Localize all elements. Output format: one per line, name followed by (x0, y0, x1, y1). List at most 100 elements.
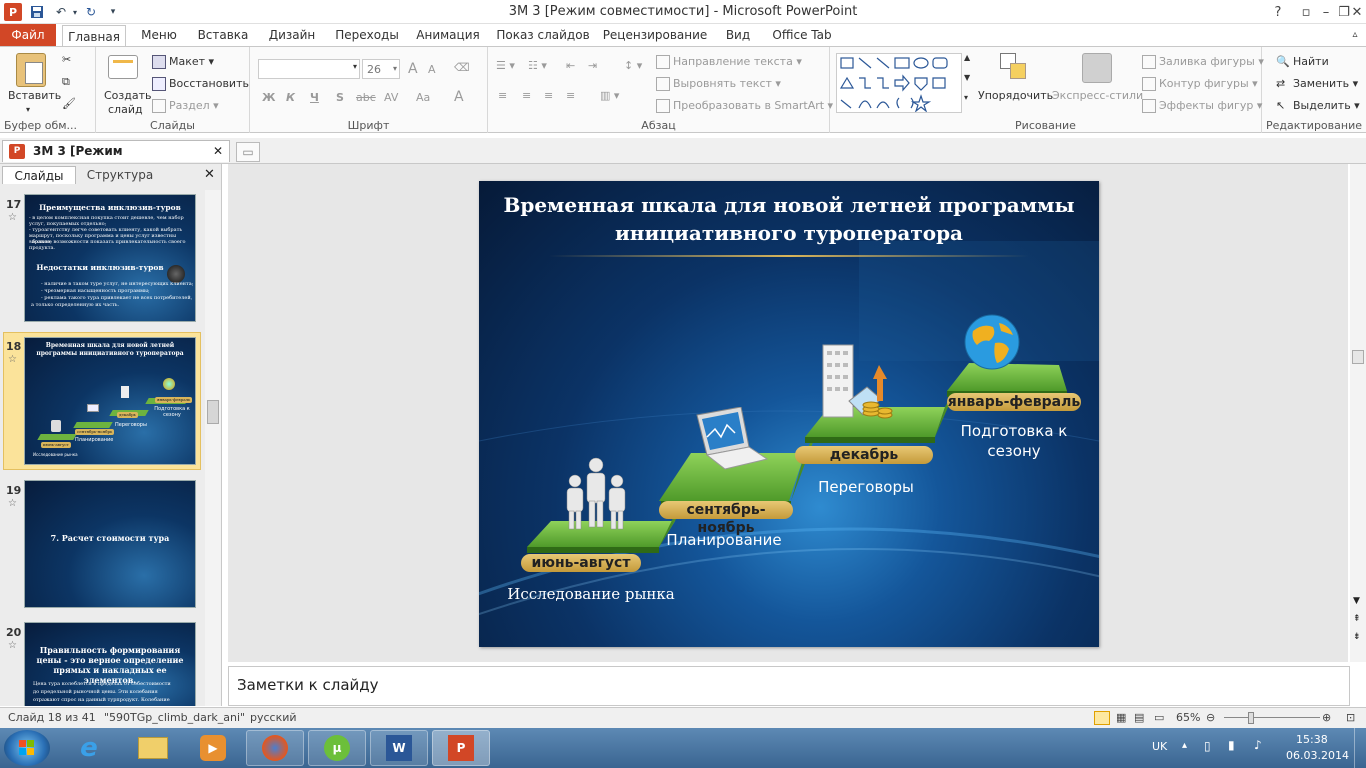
paste-icon[interactable] (16, 53, 46, 87)
canvas-scroll-thumb[interactable] (1352, 350, 1364, 364)
keyboard-language[interactable]: UK (1152, 740, 1167, 753)
tab-file[interactable]: Файл (0, 24, 56, 46)
arrange-icon[interactable] (1000, 53, 1030, 83)
italic-button[interactable]: К (286, 91, 295, 104)
firefox-icon[interactable] (246, 730, 304, 766)
document-tab[interactable]: P 3М 3 [Режим совместимости] ✕ (2, 140, 230, 178)
theme-name[interactable]: "590TGp_climb_dark_ani" (104, 711, 245, 724)
shrink-font-icon[interactable]: A (428, 63, 436, 76)
show-desktop-button[interactable] (1354, 728, 1366, 768)
next-slide-icon[interactable]: ⇟ (1353, 632, 1361, 642)
slide-sorter-icon[interactable]: ▦ (1116, 711, 1126, 724)
quick-styles-button[interactable]: Экспресс-стили (1052, 89, 1143, 102)
stage-label-2[interactable]: Планирование (649, 531, 799, 549)
language-indicator[interactable]: русский (250, 711, 297, 724)
tab-home[interactable]: Главная (62, 25, 126, 47)
paste-dropdown-icon[interactable]: ▾ (26, 105, 30, 114)
grow-font-icon[interactable]: A (408, 61, 418, 77)
section-button[interactable]: Раздел ▾ (152, 99, 219, 113)
paste-button[interactable]: Вставить (8, 89, 61, 102)
period-pill-4[interactable]: январь-февраль (947, 393, 1081, 411)
line-spacing-icon[interactable]: ↕ ▾ (624, 59, 642, 72)
shape-effects-button[interactable]: Эффекты фигур ▾ (1142, 99, 1262, 113)
clock-time[interactable]: 15:38 (1296, 733, 1328, 746)
align-left-icon[interactable]: ≡ (498, 89, 507, 102)
slide-thumbnail-current[interactable]: Временная шкала для новой летней програм… (24, 337, 196, 465)
format-painter-icon[interactable]: 🖌 (62, 97, 76, 110)
tab-outline[interactable]: Структура (80, 166, 160, 184)
quick-styles-icon[interactable] (1082, 53, 1112, 83)
find-button[interactable]: 🔍 Найти (1276, 55, 1329, 69)
strikethrough-button[interactable]: abc (356, 91, 376, 104)
numbering-icon[interactable]: ☷ ▾ (528, 59, 547, 72)
help-icon[interactable]: ? (1264, 2, 1292, 22)
replace-button[interactable]: ⇄ Заменить ▾ (1276, 77, 1358, 91)
period-pill-2[interactable]: сентябрь-ноябрь (659, 501, 793, 536)
network-icon[interactable]: ▮ (1228, 738, 1235, 752)
font-name-input[interactable]: ▾ (258, 59, 360, 79)
notes-pane[interactable]: Заметки к слайду (228, 666, 1350, 706)
fit-to-window-icon[interactable]: ⊡ (1346, 711, 1355, 724)
stage-label-1[interactable]: Исследование рынка (501, 585, 681, 603)
scroll-down-icon[interactable]: ▼ (1353, 596, 1360, 606)
tab-transitions[interactable]: Переходы (330, 24, 404, 46)
tab-office-tab[interactable]: Office Tab (768, 24, 836, 46)
new-tab-icon[interactable]: ▭ (236, 142, 260, 162)
panel-scrollbar[interactable] (205, 190, 221, 706)
align-right-icon[interactable]: ≡ (544, 89, 553, 102)
slideshow-view-icon[interactable]: ▭ (1154, 711, 1164, 724)
tab-view[interactable]: Вид (716, 24, 760, 46)
justify-icon[interactable]: ≡ (566, 89, 575, 102)
new-slide-icon[interactable] (108, 55, 138, 79)
shadow-button[interactable]: S (336, 91, 344, 104)
slide-thumbnail[interactable]: Преимущества инклюзив-туров - в целом ко… (24, 194, 196, 322)
tab-insert[interactable]: Вставка (192, 24, 254, 46)
copy-icon[interactable]: ⧉ (62, 75, 70, 89)
reset-button[interactable]: Восстановить (152, 77, 249, 91)
canvas-scrollbar[interactable]: ▼ ⇞ ⇟ (1350, 164, 1366, 662)
period-pill-3[interactable]: декабрь (795, 446, 933, 464)
word-icon[interactable]: W (370, 730, 428, 766)
font-color-button[interactable]: A (454, 89, 464, 105)
tray-device-icon[interactable]: ▯ (1204, 739, 1211, 753)
columns-icon[interactable]: ▥ ▾ (600, 89, 619, 102)
cut-icon[interactable]: ✂ (62, 53, 71, 66)
volume-muted-icon[interactable]: ♪ (1254, 738, 1262, 752)
gallery-up-icon[interactable]: ▲ (964, 53, 970, 62)
period-pill-1[interactable]: июнь-август (521, 554, 641, 572)
stage-label-3[interactable]: Переговоры (801, 478, 931, 496)
close-button[interactable]: ✕ (1348, 2, 1366, 22)
stage-label-4[interactable]: Подготовка к сезону (949, 421, 1079, 461)
zoom-in-icon[interactable]: ⊕ (1322, 711, 1331, 724)
increase-indent-icon[interactable]: ⇥ (588, 59, 597, 72)
new-slide-label-2[interactable]: слайд (108, 103, 143, 116)
align-center-icon[interactable]: ≡ (522, 89, 531, 102)
tab-slideshow[interactable]: Показ слайдов (492, 24, 594, 46)
arrange-button[interactable]: Упорядочить (978, 89, 1053, 102)
smartart-button[interactable]: Преобразовать в SmartArt ▾ (656, 99, 833, 113)
slide[interactable]: Временная шкала для новой летней програм… (479, 181, 1099, 647)
close-tab-icon[interactable]: ✕ (213, 141, 223, 161)
powerpoint-taskbar-icon[interactable]: P (432, 730, 490, 766)
select-button[interactable]: ↖ Выделить ▾ (1276, 99, 1360, 113)
text-direction-button[interactable]: Направление текста ▾ (656, 55, 802, 69)
slide-thumbnail[interactable]: 7. Расчет стоимости тура (24, 480, 196, 608)
tab-review[interactable]: Рецензирование (602, 24, 708, 46)
internet-explorer-icon[interactable]: e (60, 730, 118, 766)
align-text-button[interactable]: Выровнять текст ▾ (656, 77, 781, 91)
tray-expand-icon[interactable]: ▴ (1182, 740, 1187, 751)
bullets-icon[interactable]: ☰ ▾ (496, 59, 515, 72)
shape-fill-button[interactable]: Заливка фигуры ▾ (1142, 55, 1264, 69)
collapse-ribbon-icon[interactable]: ▵ (1346, 24, 1364, 46)
shapes-gallery[interactable] (836, 53, 962, 113)
shape-outline-button[interactable]: Контур фигуры ▾ (1142, 77, 1258, 91)
panel-scroll-thumb[interactable] (207, 400, 219, 424)
reading-view-icon[interactable]: ▤ (1134, 711, 1144, 724)
underline-button[interactable]: Ч (310, 91, 319, 104)
spacing-button[interactable]: AV (384, 91, 398, 104)
tab-menu[interactable]: Меню (134, 24, 184, 46)
change-case-button[interactable]: Aa (416, 91, 430, 104)
tab-design[interactable]: Дизайн (262, 24, 322, 46)
zoom-slider-thumb[interactable] (1248, 712, 1254, 724)
clear-format-icon[interactable]: ⌫ (454, 61, 470, 74)
